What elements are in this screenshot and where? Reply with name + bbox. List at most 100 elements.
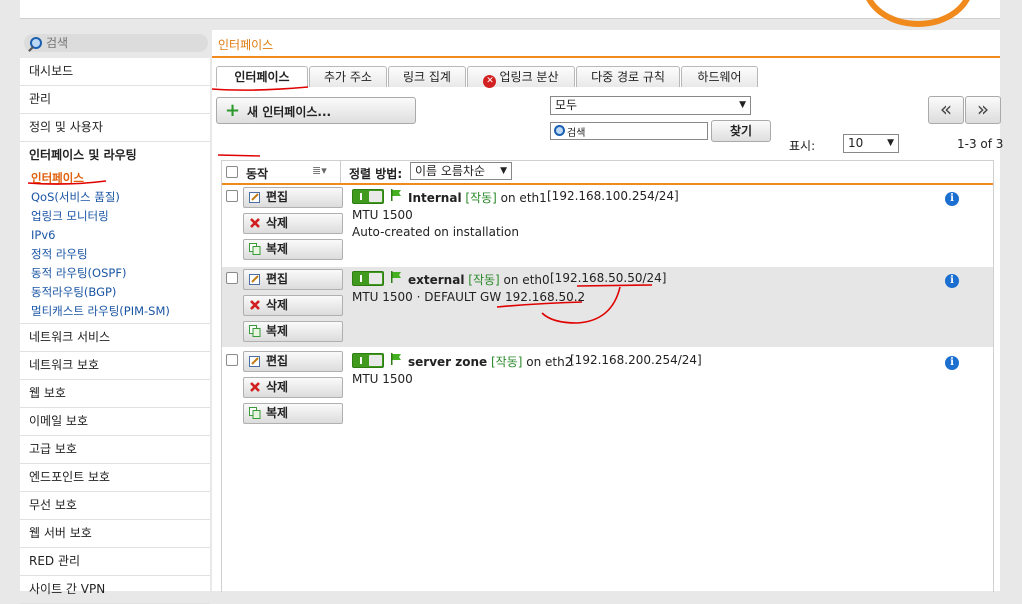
search-icon xyxy=(554,125,565,136)
status-toggle[interactable] xyxy=(352,189,384,204)
interface-address: [192.168.200.254/24] xyxy=(570,353,702,367)
sort-label: 정렬 방법: xyxy=(349,167,403,181)
table-row: 편집 삭제 복제 Internal [작동] on eth1 [192.168.… xyxy=(222,185,993,265)
clone-icon xyxy=(249,407,261,419)
edit-icon xyxy=(249,192,260,203)
sidebar-item-network-services[interactable]: 네트워크 서비스 xyxy=(20,324,210,352)
sidebar-item-advanced-protection[interactable]: 고급 보호 xyxy=(20,436,210,464)
flag-icon xyxy=(391,353,401,365)
status-toggle[interactable] xyxy=(352,271,384,286)
sidebar-item-webserver-protection[interactable]: 웹 서버 보호 xyxy=(20,520,210,548)
sidebar-subitem-static-routing[interactable]: 정적 라우팅 xyxy=(20,245,210,264)
clone-button[interactable]: 복제 xyxy=(243,239,343,260)
info-icon[interactable]: i xyxy=(945,356,959,370)
row-checkbox[interactable] xyxy=(226,190,238,202)
interface-port: on eth2 xyxy=(526,355,573,369)
info-icon[interactable]: i xyxy=(945,274,959,288)
delete-button[interactable]: 삭제 xyxy=(243,295,343,316)
find-button[interactable]: 찾기 xyxy=(711,120,771,142)
edit-button[interactable]: 편집 xyxy=(243,187,343,208)
grid-header: 동작 ≣▾ 정렬 방법: 이름 오름차순 ▼ xyxy=(222,161,993,185)
clone-button[interactable]: 복제 xyxy=(243,403,343,424)
edit-icon xyxy=(249,356,260,367)
delete-button[interactable]: 삭제 xyxy=(243,377,343,398)
filter-select[interactable]: 모두 ▼ xyxy=(550,96,751,115)
delete-icon xyxy=(250,300,260,310)
sidebar-item-red-management[interactable]: RED 관리 xyxy=(20,548,210,576)
interface-name: Internal xyxy=(408,191,462,205)
sidebar-item-definitions-users[interactable]: 정의 및 사용자 xyxy=(20,114,210,142)
row-checkbox[interactable] xyxy=(226,354,238,366)
sidebar-item-web-protection[interactable]: 웹 보호 xyxy=(20,380,210,408)
clone-label: 복제 xyxy=(266,406,289,420)
row-checkbox[interactable] xyxy=(226,272,238,284)
edit-label: 편집 xyxy=(266,272,289,286)
info-icon[interactable]: i xyxy=(945,192,959,206)
interface-status: [작동] xyxy=(465,191,497,205)
sidebar-item-management[interactable]: 관리 xyxy=(20,86,210,114)
clone-button[interactable]: 복제 xyxy=(243,321,343,342)
interface-comment: Auto-created on installation xyxy=(352,225,519,239)
list-search-value: 검색 xyxy=(567,128,586,139)
interface-summary: server zone [작동] on eth2 xyxy=(408,353,572,370)
sort-value: 이름 오름차순 xyxy=(415,164,486,178)
flag-icon xyxy=(391,271,401,283)
interface-summary: Internal [작동] on eth1 xyxy=(408,189,547,206)
filter-value: 모두 xyxy=(555,98,578,112)
interface-address: [192.168.100.254/24] xyxy=(547,189,679,203)
select-all-checkbox[interactable] xyxy=(226,166,238,178)
delete-button[interactable]: 삭제 xyxy=(243,213,343,234)
delete-label: 삭제 xyxy=(266,380,289,394)
page-size-select[interactable]: 10 ▼ xyxy=(843,134,899,153)
interface-detail: MTU 1500 xyxy=(352,208,413,222)
breadcrumb: 인터페이스 xyxy=(212,30,1000,58)
delete-label: 삭제 xyxy=(266,298,289,312)
clone-icon xyxy=(249,243,261,255)
sidebar-item-dashboard[interactable]: 대시보드 xyxy=(20,58,210,86)
sidebar-subitem-ospf[interactable]: 동적 라우팅(OSPF) xyxy=(20,264,210,283)
sidebar-item-network-protection[interactable]: 네트워크 보호 xyxy=(20,352,210,380)
column-divider xyxy=(340,161,341,183)
edit-label: 편집 xyxy=(266,354,289,368)
delete-label: 삭제 xyxy=(266,216,289,230)
delete-icon xyxy=(250,382,260,392)
edit-button[interactable]: 편집 xyxy=(243,351,343,372)
chevron-down-icon: ▼ xyxy=(500,166,507,176)
sidebar: 대시보드 관리 정의 및 사용자 인터페이스 및 라우팅 인터페이스 QoS(서… xyxy=(20,58,210,604)
annotation-marks xyxy=(496,284,653,324)
display-label: 표시: xyxy=(789,139,816,153)
action-header: 동작 xyxy=(246,167,269,181)
interface-status: [작동] xyxy=(491,355,523,369)
edit-label: 편집 xyxy=(266,190,289,204)
prev-page-button[interactable]: « xyxy=(928,96,964,124)
list-search-input[interactable]: 검색 xyxy=(550,122,708,140)
sidebar-group-interfaces-routing[interactable]: 인터페이스 및 라우팅 xyxy=(20,142,210,169)
sidebar-item-email-protection[interactable]: 이메일 보호 xyxy=(20,408,210,436)
new-interface-button[interactable]: + 새 인터페이스... xyxy=(216,97,416,124)
sidebar-subitem-ipv6[interactable]: IPv6 xyxy=(20,226,210,245)
column-menu-icon[interactable]: ≣▾ xyxy=(312,164,327,177)
search-box[interactable] xyxy=(24,34,208,52)
sidebar-subgroup: 인터페이스 QoS(서비스 품질) 업링크 모니터링 IPv6 정적 라우팅 동… xyxy=(20,169,210,324)
sidebar-item-site-to-site-vpn[interactable]: 사이트 간 VPN xyxy=(20,576,210,604)
sidebar-subitem-multicast[interactable]: 멀티캐스트 라우팅(PIM-SM) xyxy=(20,302,210,321)
interface-detail: MTU 1500 xyxy=(352,372,413,386)
new-interface-label: 새 인터페이스... xyxy=(247,105,332,119)
top-bar xyxy=(20,0,1000,19)
sidebar-subitem-uplink-monitoring[interactable]: 업링크 모니터링 xyxy=(20,207,210,226)
search-icon xyxy=(30,37,42,49)
sort-select[interactable]: 이름 오름차순 ▼ xyxy=(410,162,512,180)
status-toggle[interactable] xyxy=(352,353,384,368)
next-page-button[interactable]: » xyxy=(965,96,1001,124)
logo-icon xyxy=(862,0,974,27)
flag-icon xyxy=(391,189,401,201)
sidebar-item-wireless-protection[interactable]: 무선 보호 xyxy=(20,492,210,520)
result-range: 1-3 of 3 xyxy=(957,137,1004,151)
sidebar-subitem-qos[interactable]: QoS(서비스 품질) xyxy=(20,188,210,207)
main-content: 인터페이스 추가 주소 링크 집계 ✕ 업링크 분산 다중 경로 규칙 하드웨어 … xyxy=(212,58,1004,592)
sidebar-subitem-bgp[interactable]: 동적라우팅(BGP) xyxy=(20,283,210,302)
sidebar-item-endpoint-protection[interactable]: 엔드포인트 보호 xyxy=(20,464,210,492)
search-input[interactable] xyxy=(44,35,198,51)
annotation-marks xyxy=(27,180,107,185)
edit-button[interactable]: 편집 xyxy=(243,269,343,290)
